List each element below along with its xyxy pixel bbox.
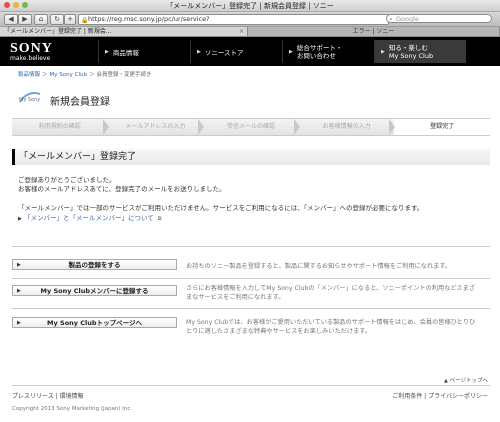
tab-error[interactable]: エラー | ソニー (248, 27, 500, 36)
lock-icon: 🔒 (81, 17, 89, 24)
search-icon: ⌕ (389, 15, 393, 23)
copyright: Copyright 2013 Sony Marketing (Japan) In… (12, 406, 133, 412)
breadcrumb-my-sony-club[interactable]: My Sony Club (50, 72, 87, 78)
page-top-link[interactable]: ▲ ページトップへ (444, 376, 488, 384)
nav-label: 商品情報 (112, 48, 139, 57)
breadcrumb-current: 会員登録・変更手続き (96, 72, 152, 78)
page-title: 新規会員登録 (50, 97, 110, 108)
member-info-link[interactable]: 「メンバー」と「メールメンバー」について (24, 214, 154, 222)
club-top-desc: My Sony Clubでは、お客様がご愛用いただいている製品のサポート情報をは… (186, 319, 476, 335)
divider (12, 278, 490, 279)
step-terms: 利用規約の確認 (12, 118, 109, 136)
button-label: My Sony Clubトップページへ (47, 319, 142, 327)
url-text: https://reg.msc.sony.jp/pc/ur/service? (88, 15, 210, 23)
search-input[interactable]: ⌕ Google (386, 14, 492, 23)
my-sony-logo-text: My Sony (19, 97, 40, 103)
arrow-right-icon: ▶ (105, 48, 109, 55)
arrow-right-icon: ▶ (17, 320, 21, 326)
thanks-message: ご登録ありがとうございました。 お客様のメールアドレスあてに、登録完了のメールを… (18, 176, 226, 194)
progress-steps: 利用規約の確認 メールアドレスの入力 受信メールの確認 お客様情報の入力 登録完… (12, 118, 490, 136)
arrow-right-icon: ▶ (381, 48, 385, 55)
search-placeholder: Google (396, 15, 419, 23)
reload-button[interactable]: ↻ (50, 14, 64, 25)
step-email-input: メールアドレスの入力 (107, 118, 205, 136)
site-header: SONY make.believe ▶ 商品情報 ▶ ソニーストア ▶ 総合サポ… (0, 37, 500, 66)
tab-label: 「メールメンバー」登録完了 | 新規会... (4, 28, 112, 35)
register-member-desc: さらにお客様情報を入力してMy Sony Clubの「メンバー」になると、ソニー… (186, 285, 475, 301)
breadcrumb: 製品情報＞ My Sony Club ＞会員登録・変更手続き (18, 72, 152, 78)
arrow-right-icon: ▶ (17, 288, 21, 294)
tab-registration[interactable]: 「メールメンバー」登録完了 | 新規会... × (0, 27, 248, 36)
divider (12, 308, 490, 309)
home-icon[interactable]: ⌂ (34, 14, 48, 25)
arrow-up-icon: ▲ (444, 378, 448, 384)
register-member-button[interactable]: ▶ My Sony Clubメンバーに登録する (12, 285, 177, 296)
nav-label-line1: 知る・楽しむ (388, 43, 428, 52)
nav-label-line2: My Sony Club (388, 51, 434, 60)
arrow-right-icon: ▶ (18, 216, 22, 222)
window-title: 「メールメンバー」登録完了 | 新規会員登録 | ソニー (166, 2, 334, 10)
nav-my-sony-club[interactable]: ▶ 知る・楽しむ My Sony Club (374, 40, 466, 63)
step-complete: 登録完了 (394, 118, 490, 136)
arrow-right-icon: ▶ (289, 48, 293, 55)
thanks-line1: ご登録ありがとうございました。 (18, 176, 116, 184)
footer-divider (12, 385, 490, 386)
external-window-icon: ⧉ (157, 216, 162, 222)
button-label: My Sony Clubメンバーに登録する (40, 287, 149, 295)
nav-label-line2: お問い合わせ (296, 51, 336, 60)
member-info-link-row: ▶ 「メンバー」と「メールメンバー」について ⧉ (18, 214, 161, 224)
arrow-right-icon: ▶ (197, 48, 201, 55)
button-label: 製品の登録をする (68, 261, 121, 269)
nav-sony-store[interactable]: ▶ ソニーストア (190, 40, 282, 63)
add-tab-button[interactable]: + (64, 14, 76, 25)
tab-label: エラー | ソニー (352, 28, 395, 35)
register-product-button[interactable]: ▶ 製品の登録をする (12, 259, 177, 270)
nav-label: ソニーストア (204, 48, 244, 57)
step-email-confirm: 受信メールの確認 (203, 118, 300, 136)
register-product-desc: お持ちのソニー製品を登録すると、製品に関するお知らせやサポート情報をご利用になれ… (186, 263, 452, 270)
tagline: make.believe (10, 55, 51, 62)
nav-products[interactable]: ▶ 商品情報 (98, 40, 190, 63)
close-tab-icon[interactable]: × (239, 27, 244, 36)
nav-label-line1: 総合サポート・ (296, 43, 343, 52)
privacy-policy-link[interactable]: プライバシーポリシー (428, 393, 488, 400)
club-top-button[interactable]: ▶ My Sony Clubトップページへ (12, 317, 177, 328)
step-customer-info: お客様情報の入力 (298, 118, 396, 136)
environment-link[interactable]: 環境情報 (60, 393, 84, 400)
my-sony-logo: My Sony (18, 88, 42, 108)
footer-right-links: ご利用条件 | プライバシーポリシー (392, 393, 488, 400)
divider (12, 246, 490, 247)
thanks-line2: お客様のメールアドレスあてに、登録完了のメールをお送りしました。 (18, 185, 226, 193)
tab-bar: 「メールメンバー」登録完了 | 新規会... × エラー | ソニー (0, 27, 500, 37)
forward-button[interactable]: ▶ (18, 14, 32, 25)
browser-toolbar: ◀ ▶ ⌂ ↻ + 🔒 https://reg.msc.sony.jp/pc/u… (0, 12, 500, 27)
press-release-link[interactable]: プレスリリース (12, 393, 54, 400)
back-button[interactable]: ◀ (4, 14, 18, 25)
arrow-right-icon: ▶ (17, 262, 21, 268)
footer-left-links: プレスリリース | 環境情報 (12, 393, 84, 400)
nav-support[interactable]: ▶ 総合サポート・ お問い合わせ (282, 40, 374, 63)
notice-message: 「メールメンバー」では一部のサービスがご利用いただけません。サービスをご利用にな… (18, 204, 424, 212)
window-titlebar: 「メールメンバー」登録完了 | 新規会員登録 | ソニー (0, 0, 500, 12)
section-title: 「メールメンバー」登録完了 (12, 149, 490, 165)
breadcrumb-products[interactable]: 製品情報 (18, 72, 40, 78)
terms-link[interactable]: ご利用条件 (392, 393, 422, 400)
address-bar[interactable]: 🔒 https://reg.msc.sony.jp/pc/ur/service? (78, 14, 389, 25)
